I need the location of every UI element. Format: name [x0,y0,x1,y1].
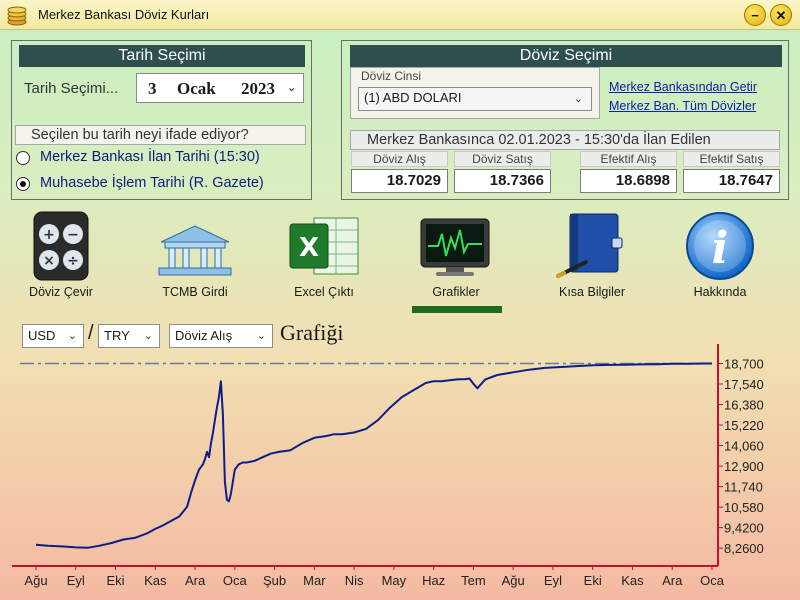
currency-type-label: Döviz Cinsi [361,69,422,83]
x-tick-label: Oca [223,573,248,588]
date-month: Ocak [177,79,216,98]
svg-text:i: i [712,223,729,274]
bank-building-icon [158,225,232,276]
svg-text:×: × [43,253,55,269]
x-tick-label: Nis [345,573,364,588]
x-tick-label: Haz [422,573,445,588]
chevron-down-icon: ⌄ [287,81,297,94]
toolbar-label-tcmb[interactable]: TCMB Girdi [150,285,240,299]
minimize-button[interactable]: − [744,4,766,26]
svg-text:÷: ÷ [67,253,79,269]
close-button[interactable]: ✕ [770,4,792,26]
rate-header-effective-buying: Efektif Alış [580,151,677,167]
x-tick-label: Kas [144,573,167,588]
x-tick-label: Mar [303,573,326,588]
tcmb-input-button[interactable] [155,222,235,278]
x-tick-label: Kas [621,573,644,588]
y-tick-label: 17,540 [724,377,764,392]
excel-export-button[interactable]: X [286,212,362,280]
x-tick-label: Ara [185,573,206,588]
x-tick-label: Eki [584,573,602,588]
y-tick-label: 12,900 [724,459,764,474]
y-tick-label: 14,060 [724,439,764,454]
rate-value-effective-selling: 18.7647 [683,169,780,193]
excel-icon: X [289,217,359,275]
series-line [35,362,712,549]
fetch-from-central-bank-link[interactable]: Merkez Bankasından Getir [609,80,757,94]
about-button[interactable]: i [684,210,756,282]
radio-label-accounting[interactable]: Muhasebe İşlem Tarihi (R. Gazete) [40,175,264,191]
radio-accounting-date[interactable] [16,177,30,191]
x-tick-label: Ara [662,573,683,588]
radio-label-announcement[interactable]: Merkez Bankası İlan Tarihi (15:30) [40,149,260,165]
date-year: 2023 [241,79,275,98]
charts-button[interactable] [418,216,492,278]
y-tick-label: 10,580 [724,500,764,515]
toolbar-label-short-info[interactable]: Kısa Bilgiler [546,285,638,299]
radio-announcement-date[interactable] [16,151,30,165]
calculator-icon: + − × ÷ [33,211,89,281]
announcement-text: Merkez Bankasınca 02.01.2023 - 15:30'da … [367,132,711,148]
y-tick-label: 16,380 [724,398,764,413]
currency-select[interactable]: (1) ABD DOLARI ⌄ [358,87,592,111]
toolbar-label-about[interactable]: Hakkında [674,285,766,299]
toolbar-label-convert[interactable]: Döviz Çevir [18,285,104,299]
date-question: Seçilen bu tarih neyi ifade ediyor? [31,127,249,143]
active-tab-indicator [412,306,502,313]
x-tick-label: Ağu [502,573,525,588]
x-tick-label: May [382,573,407,588]
title-bar: Merkez Bankası Döviz Kurları − ✕ [0,0,800,30]
date-label: Tarih Seçimi... [24,80,119,97]
currency-panel-header: Döviz Seçimi [350,45,782,67]
x-tick-label: Şub [263,573,286,588]
book-icon [556,213,623,278]
date-picker[interactable]: 3 Ocak 2023 ⌄ [136,73,304,103]
currency-select-value: (1) ABD DOLARI [364,90,462,105]
y-tick-label: 9,4200 [724,521,764,536]
rate-value-selling: 18.7366 [454,169,551,193]
rate-header-buying: Döviz Alış [351,151,448,167]
x-tick-label: Eyl [67,573,85,588]
x-tick-label: Eyl [544,573,562,588]
svg-text:−: − [67,227,79,243]
toolbar-label-charts[interactable]: Grafikler [410,285,502,299]
x-tick-label: Ağu [24,573,47,588]
y-tick-label: 8,2600 [724,541,764,556]
rate-header-effective-selling: Efektif Satış [683,151,780,167]
x-tick-label: Tem [461,573,486,588]
info-icon: i [686,212,754,280]
y-tick-label: 15,220 [724,418,764,433]
toolbar-label-excel[interactable]: Excel Çıktı [278,285,370,299]
coins-icon [7,6,27,26]
svg-text:+: + [43,227,55,243]
rate-value-effective-buying: 18.6898 [580,169,677,193]
all-currencies-link[interactable]: Merkez Ban. Tüm Dövizler [609,99,756,113]
short-info-button[interactable] [556,210,628,280]
date-day: 3 [148,79,157,98]
window-title: Merkez Bankası Döviz Kurları [38,7,210,22]
monitor-chart-icon [420,218,490,276]
x-tick-label: Oca [700,573,725,588]
convert-currency-button[interactable]: + − × ÷ [30,210,92,282]
y-tick-label: 11,740 [724,480,763,495]
rate-chart: 18,700 17,540 16,380 15,220 14,060 12,900 11,7… [12,344,764,588]
y-tick-label: 18,700 [724,356,764,371]
date-panel-header: Tarih Seçimi [19,45,305,67]
rate-header-selling: Döviz Satış [454,151,551,167]
x-tick-label: Eki [106,573,124,588]
svg-text:X: X [299,233,319,263]
question-box: Seçilen bu tarih neyi ifade ediyor? [15,125,306,145]
chevron-down-icon: ⌄ [573,92,583,105]
rate-value-buying: 18.7029 [351,169,448,193]
announcement-box: Merkez Bankasınca 02.01.2023 - 15:30'da … [350,130,780,150]
